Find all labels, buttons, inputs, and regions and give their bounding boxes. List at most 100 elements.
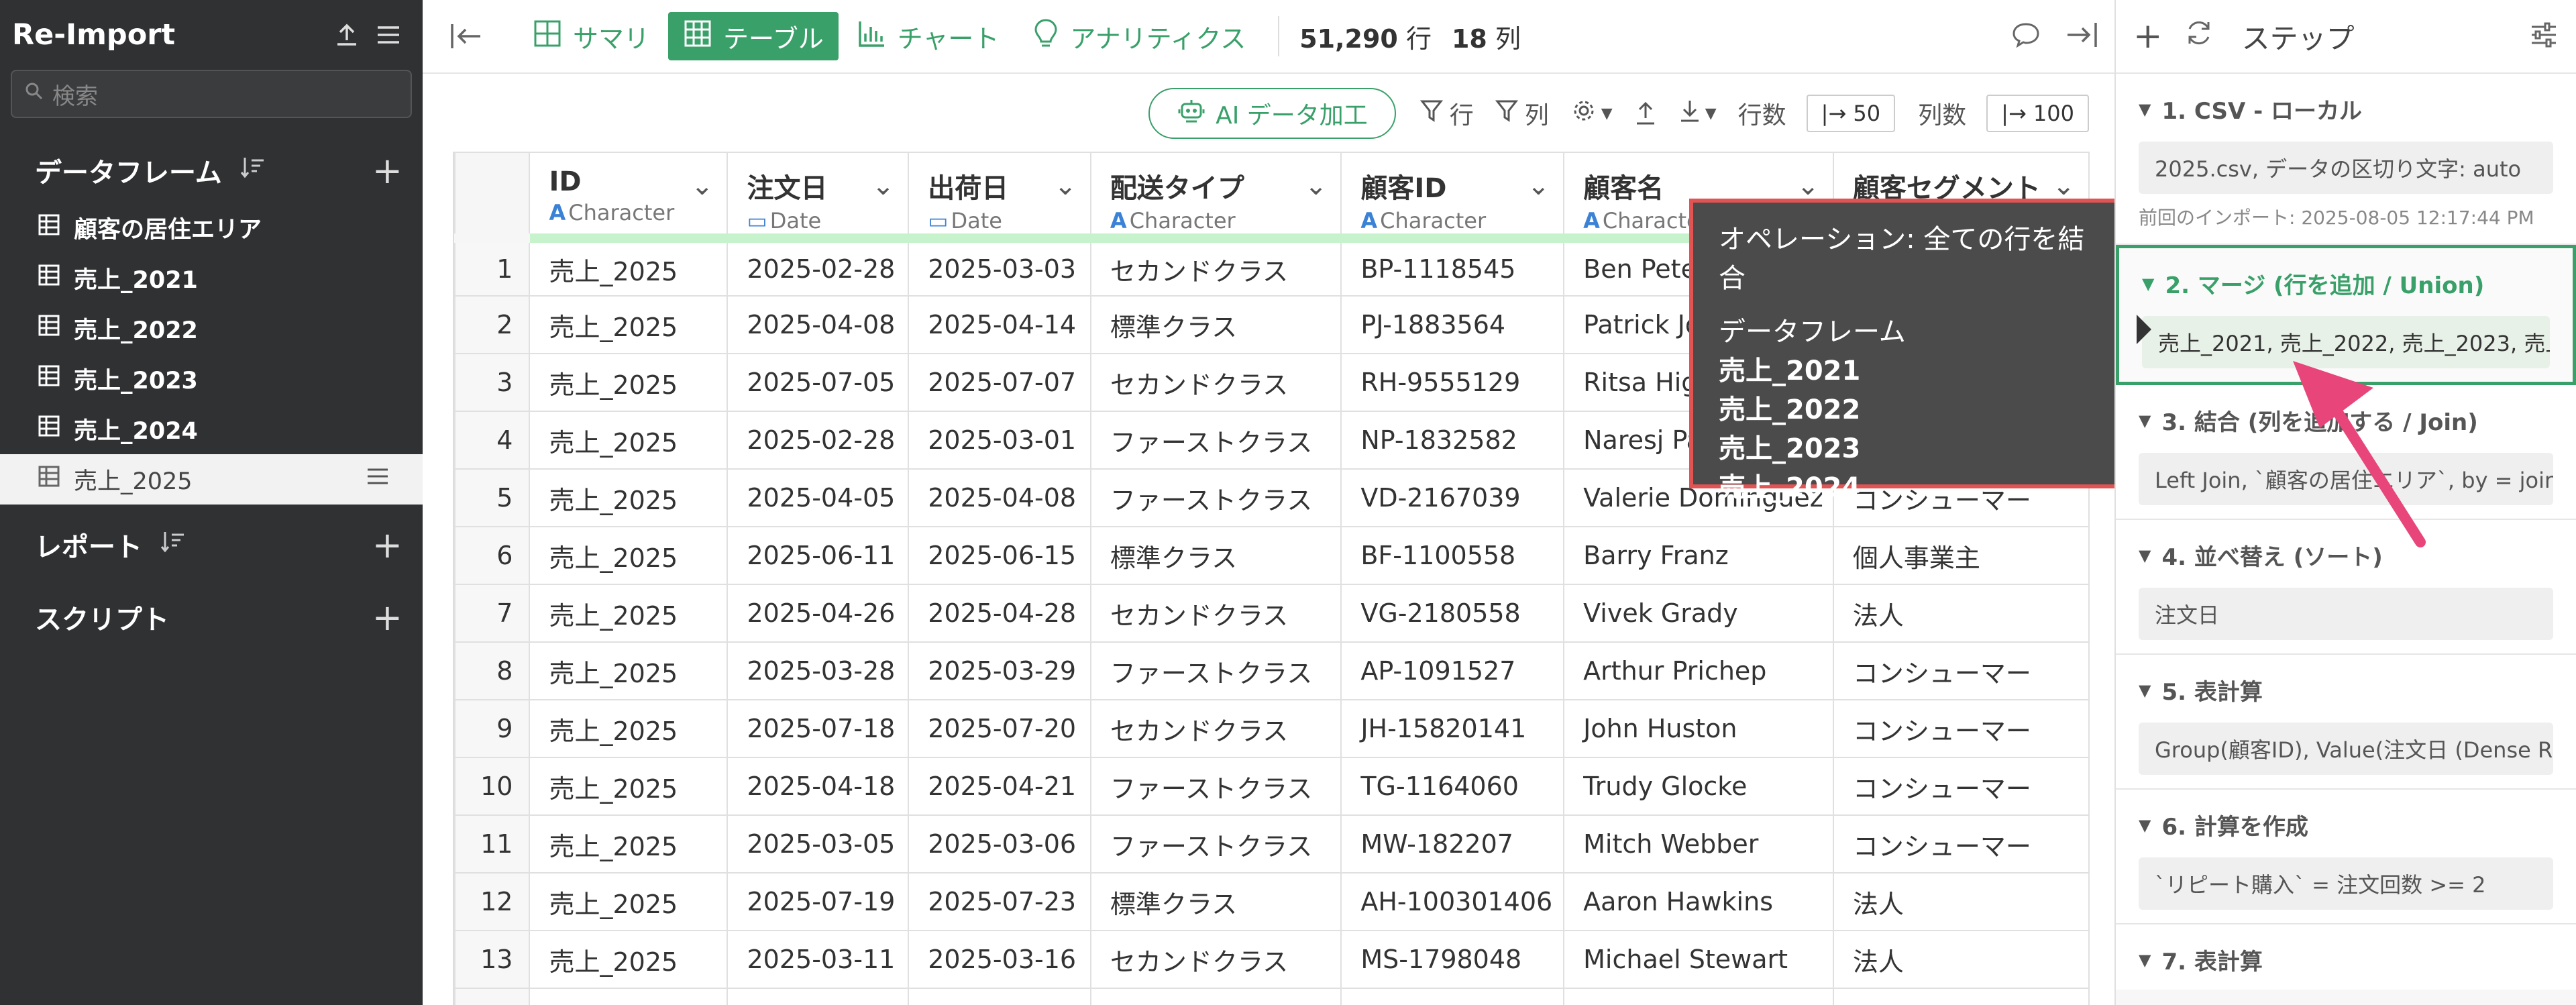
- caret-down-icon[interactable]: ▼: [2142, 274, 2154, 293]
- table-cell[interactable]: TG-1164060: [1340, 757, 1565, 816]
- table-row[interactable]: 9 売上_2025 2025-07-18 2025-07-20 セカンドクラス JH-15…: [454, 699, 2090, 758]
- search-input[interactable]: 検索: [11, 70, 412, 118]
- table-cell[interactable]: Michael Stewart: [1563, 930, 1834, 989]
- table-cell[interactable]: コンシューマー: [1832, 641, 2090, 700]
- table-cell[interactable]: [1563, 988, 1834, 1005]
- table-cell[interactable]: Arthur Prichep: [1563, 641, 1834, 700]
- table-cell[interactable]: 売上_2025: [529, 757, 729, 816]
- table-cell[interactable]: 2025-03-29: [908, 641, 1091, 700]
- table-cell[interactable]: MW-182207: [1340, 814, 1565, 874]
- table-cell[interactable]: 2025-03-01: [908, 411, 1091, 470]
- table-cell[interactable]: BP-1118545: [1340, 237, 1565, 297]
- collapse-right-panel-icon[interactable]: [2065, 20, 2098, 52]
- table-cell[interactable]: 2025-03-11: [727, 930, 910, 989]
- table-cell[interactable]: セカンドクラス: [1089, 930, 1342, 989]
- sidebar-item-dataframe[interactable]: 売上_2024: [0, 404, 423, 454]
- menu-icon[interactable]: [368, 14, 409, 56]
- caret-down-icon[interactable]: ▼: [2139, 951, 2151, 969]
- step-item[interactable]: ▼ 7. 表計算: [2116, 924, 2576, 990]
- table-cell[interactable]: 2025-04-14: [908, 295, 1091, 354]
- column-header[interactable]: ID A Character ⌄: [529, 152, 729, 243]
- table-row[interactable]: 13 売上_2025 2025-03-11 2025-03-16 セカンドクラス MS-1…: [454, 930, 2090, 989]
- table-row[interactable]: 11 売上_2025 2025-03-05 2025-03-06 ファーストクラス MW-…: [454, 814, 2090, 874]
- table-cell[interactable]: 標準クラス: [1089, 295, 1342, 354]
- row-filter-button[interactable]: 行: [1419, 96, 1474, 131]
- chevron-down-icon[interactable]: ⌄: [872, 170, 895, 201]
- table-cell[interactable]: ファーストクラス: [1089, 468, 1342, 527]
- table-cell[interactable]: [1340, 988, 1565, 1005]
- table-cell[interactable]: コンシューマー: [1832, 699, 2090, 758]
- chevron-down-icon[interactable]: ⌄: [1305, 170, 1328, 201]
- sliders-icon[interactable]: [2529, 21, 2559, 51]
- table-cell[interactable]: セカンドクラス: [1089, 237, 1342, 297]
- cols-limit-input[interactable]: |→ 100: [1986, 95, 2089, 132]
- table-cell[interactable]: [727, 988, 910, 1005]
- table-cell[interactable]: 2025-06-11: [727, 526, 910, 585]
- table-cell[interactable]: MS-1798048: [1340, 930, 1565, 989]
- table-cell[interactable]: セカンドクラス: [1089, 353, 1342, 412]
- row-number[interactable]: 2: [454, 295, 531, 354]
- column-header[interactable]: 注文日 ▭ Date ⌄: [727, 152, 910, 243]
- table-cell[interactable]: 売上_2025: [529, 411, 729, 470]
- row-number[interactable]: 5: [454, 468, 531, 527]
- add-step-icon[interactable]: +: [2133, 16, 2163, 56]
- rows-limit-input[interactable]: |→ 50: [1806, 95, 1896, 132]
- table-cell[interactable]: 2025-03-28: [727, 641, 910, 700]
- caret-down-icon[interactable]: ▼: [2139, 546, 2151, 565]
- table-cell[interactable]: 2025-03-16: [908, 930, 1091, 989]
- add-report-icon[interactable]: +: [372, 524, 402, 566]
- table-cell[interactable]: Mitch Webber: [1563, 814, 1834, 874]
- table-cell[interactable]: 2025-04-21: [908, 757, 1091, 816]
- table-cell[interactable]: 2025-07-05: [727, 353, 910, 412]
- row-number[interactable]: 11: [454, 814, 531, 874]
- table-cell[interactable]: 2025-06-15: [908, 526, 1091, 585]
- table-cell[interactable]: 2025-07-18: [727, 699, 910, 758]
- table-cell[interactable]: Barry Franz: [1563, 526, 1834, 585]
- table-cell[interactable]: 2025-04-26: [727, 584, 910, 643]
- export-icon[interactable]: [1634, 101, 1657, 126]
- row-number[interactable]: 10: [454, 757, 531, 816]
- table-cell[interactable]: [529, 988, 729, 1005]
- table-cell[interactable]: VG-2180558: [1340, 584, 1565, 643]
- sidebar-item-dataframe[interactable]: 売上_2021: [0, 253, 423, 303]
- step-item[interactable]: ▼ 1. CSV - ローカル 2025.csv, データの区切り文字: auto…: [2116, 74, 2576, 245]
- table-cell[interactable]: AP-1091527: [1340, 641, 1565, 700]
- table-row[interactable]: 7 売上_2025 2025-04-26 2025-04-28 セカンドクラス VG-21…: [454, 584, 2090, 643]
- table-cell[interactable]: ファーストクラス: [1089, 814, 1342, 874]
- table-cell[interactable]: 2025-04-28: [908, 584, 1091, 643]
- table-cell[interactable]: Aaron Hawkins: [1563, 872, 1834, 931]
- row-number[interactable]: 12: [454, 872, 531, 931]
- sort-icon[interactable]: [160, 528, 186, 562]
- chevron-down-icon[interactable]: ⌄: [1054, 170, 1077, 201]
- chevron-down-icon[interactable]: ⌄: [1796, 170, 1819, 201]
- table-cell[interactable]: 売上_2025: [529, 699, 729, 758]
- table-row[interactable]: [454, 988, 2090, 1005]
- collapse-sidebar-icon[interactable]: [449, 12, 498, 60]
- table-cell[interactable]: 売上_2025: [529, 584, 729, 643]
- tab-table[interactable]: テーブル: [668, 12, 839, 60]
- table-cell[interactable]: PJ-1883564: [1340, 295, 1565, 354]
- settings-dropdown[interactable]: ▼: [1570, 97, 1613, 130]
- column-header[interactable]: 顧客ID A Character ⌄: [1340, 152, 1565, 243]
- table-cell[interactable]: 売上_2025: [529, 641, 729, 700]
- step-item[interactable]: ▼ 6. 計算を作成 `リピート購入` = 注文回数 >= 2: [2116, 790, 2576, 924]
- chevron-down-icon[interactable]: ⌄: [2052, 170, 2075, 201]
- column-header[interactable]: 配送タイプ A Character ⌄: [1089, 152, 1342, 243]
- table-cell[interactable]: 法人: [1832, 872, 2090, 931]
- table-cell[interactable]: 売上_2025: [529, 468, 729, 527]
- ai-data-processing-button[interactable]: AI データ加工: [1148, 88, 1396, 139]
- upload-icon[interactable]: [326, 14, 368, 56]
- table-cell[interactable]: [1089, 988, 1342, 1005]
- table-cell[interactable]: 売上_2025: [529, 295, 729, 354]
- table-cell[interactable]: Vivek Grady: [1563, 584, 1834, 643]
- download-dropdown[interactable]: ▼: [1678, 98, 1717, 129]
- row-number[interactable]: 7: [454, 584, 531, 643]
- table-cell[interactable]: 2025-07-07: [908, 353, 1091, 412]
- column-filter-button[interactable]: 列: [1495, 96, 1549, 131]
- table-row[interactable]: 12 売上_2025 2025-07-19 2025-07-23 標準クラス AH-100…: [454, 872, 2090, 931]
- table-cell[interactable]: セカンドクラス: [1089, 584, 1342, 643]
- table-cell[interactable]: ファーストクラス: [1089, 757, 1342, 816]
- row-number[interactable]: 6: [454, 526, 531, 585]
- table-cell[interactable]: 標準クラス: [1089, 872, 1342, 931]
- caret-down-icon[interactable]: ▼: [2139, 816, 2151, 835]
